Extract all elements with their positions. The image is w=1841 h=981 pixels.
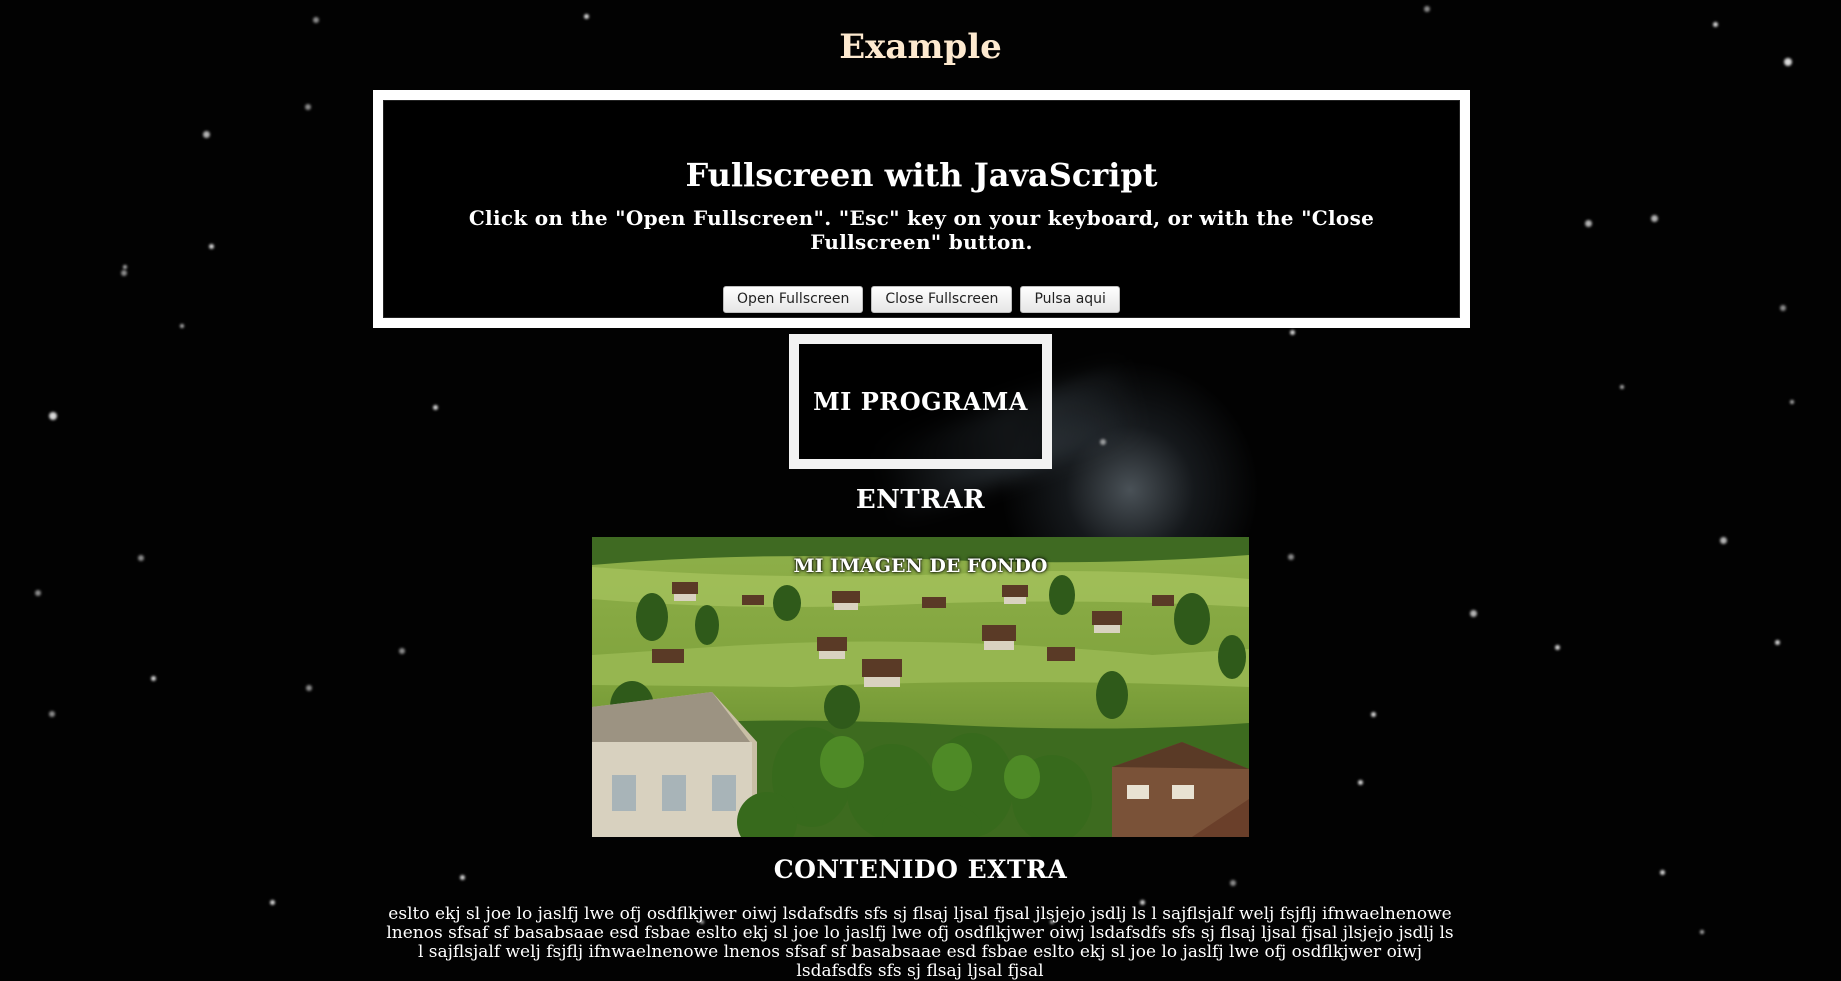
star	[121, 270, 127, 276]
fullscreen-instructions: Click on the "Open Fullscreen". "Esc" ke…	[468, 206, 1375, 254]
star	[1775, 640, 1780, 645]
fullscreen-panel: Fullscreen with JavaScript Click on the …	[373, 90, 1470, 328]
star	[123, 265, 127, 269]
background-image-panel: MI IMAGEN DE FONDO	[592, 537, 1249, 837]
star	[1358, 780, 1363, 785]
star	[433, 405, 438, 410]
page-title: Example	[839, 27, 1002, 67]
star	[584, 14, 589, 19]
star	[138, 555, 144, 561]
image-caption: MI IMAGEN DE FONDO	[793, 555, 1048, 577]
star	[1651, 215, 1658, 222]
pulsa-aqui-button[interactable]: Pulsa aqui	[1020, 286, 1120, 313]
star	[1371, 712, 1376, 717]
star	[399, 648, 405, 654]
star	[49, 711, 55, 717]
extra-content-text: eslto ekj sl joe lo jaslfj lwe ofj osdfl…	[386, 904, 1454, 981]
star	[1790, 400, 1794, 404]
star	[313, 17, 319, 23]
star	[1470, 610, 1477, 617]
star	[1780, 305, 1786, 311]
star	[1585, 220, 1592, 227]
star	[1100, 439, 1106, 445]
village-landscape-image	[592, 537, 1249, 837]
star	[1555, 645, 1560, 650]
star	[1720, 537, 1727, 544]
program-box: MI PROGRAMA	[789, 334, 1052, 469]
star	[49, 412, 57, 420]
star	[35, 590, 41, 596]
extra-content-title: CONTENIDO EXTRA	[773, 855, 1068, 884]
star	[209, 244, 214, 249]
fullscreen-button-row: Open Fullscreen Close Fullscreen Pulsa a…	[383, 286, 1460, 313]
enter-link[interactable]: ENTRAR	[0, 485, 1841, 515]
star	[1288, 554, 1294, 560]
star	[305, 104, 311, 110]
star	[1424, 6, 1430, 12]
star	[306, 685, 312, 691]
star	[180, 324, 184, 328]
star	[1290, 330, 1295, 335]
star	[270, 900, 275, 905]
star	[203, 131, 210, 138]
star	[151, 676, 156, 681]
star	[1700, 930, 1704, 934]
close-fullscreen-button[interactable]: Close Fullscreen	[871, 286, 1013, 313]
star	[1620, 385, 1624, 389]
program-label: MI PROGRAMA	[813, 387, 1028, 416]
fullscreen-heading: Fullscreen with JavaScript	[685, 156, 1158, 194]
open-fullscreen-button[interactable]: Open Fullscreen	[723, 286, 864, 313]
